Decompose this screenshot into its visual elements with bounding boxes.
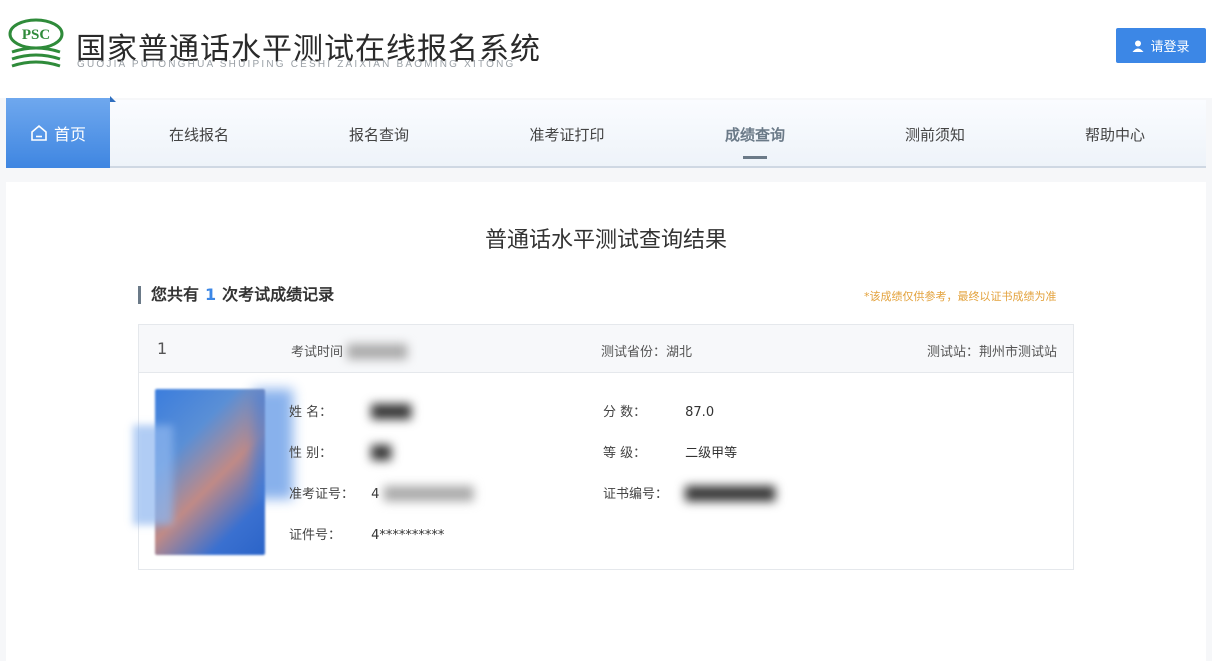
records-prefix: 您共有 [151, 285, 200, 304]
svg-text:PSC: PSC [22, 27, 50, 43]
exam-time: 考试时间 ██████ [291, 341, 407, 360]
field-admission-number: 准考证号： 4 █████████ [289, 483, 474, 502]
field-gender: 性 别： ██ [289, 442, 391, 461]
disclaimer-note: *该成绩仅供参考，最终以证书成绩为准 [864, 290, 1057, 303]
active-tab-indicator [743, 156, 767, 159]
field-name-redacted: ████ [371, 405, 412, 420]
nav-item-score-query-label: 成绩查询 [724, 125, 785, 144]
nav-item-score-query[interactable]: 成绩查询 [682, 100, 828, 168]
site-header: PSC 国家普通话水平测试在线报名系统 GUOJIA PUTONGHUA SHU… [0, 0, 1212, 98]
field-name-label: 姓 名： [289, 405, 333, 420]
test-station-value: 荆州市测试站 [978, 345, 1057, 360]
test-province-label: 测试省份： [601, 345, 667, 360]
test-station-label: 测试站： [926, 345, 979, 360]
field-grade-value: 二级甲等 [685, 446, 738, 461]
field-id-number-value: 4********** [371, 528, 445, 543]
field-grade: 等 级： 二级甲等 [603, 442, 737, 461]
nav-item-online-registration[interactable]: 在线报名 [126, 100, 272, 168]
field-id-number: 证件号： 4********** [289, 524, 444, 543]
field-id-number-label: 证件号： [289, 528, 342, 543]
field-score-value: 87.0 [685, 405, 715, 420]
score-record-card: 1 考试时间 ██████ 测试省份：湖北 测试站：荆州市测试站 姓 名： ██… [138, 324, 1074, 570]
main-content: 普通话水平测试查询结果 您共有 1 次考试成绩记录 *该成绩仅供参考，最终以证书成绩… [6, 182, 1206, 661]
candidate-photo-redacted [155, 389, 265, 555]
test-province: 测试省份：湖北 [601, 341, 692, 360]
field-certificate-number-redacted: █████████ [685, 487, 776, 502]
test-province-value: 湖北 [666, 345, 693, 360]
field-score-label: 分 数： [603, 405, 647, 420]
exam-time-label: 考试时间 [291, 345, 344, 360]
field-admission-number-redacted: █████████ [383, 487, 474, 502]
exam-time-redacted: ██████ [347, 345, 408, 360]
login-button[interactable]: 请登录 [1116, 28, 1206, 63]
field-grade-label: 等 级： [603, 446, 647, 461]
field-name: 姓 名： ████ [289, 401, 411, 420]
records-count: 1 [205, 285, 217, 304]
nav-item-registration-query[interactable]: 报名查询 [306, 100, 452, 168]
nav-item-pretest-notice[interactable]: 测前须知 [862, 100, 1008, 168]
record-index: 1 [157, 339, 168, 358]
records-suffix: 次考试成绩记录 [222, 285, 335, 304]
home-icon [31, 124, 47, 141]
site-subtitle: GUOJIA PUTONGHUA SHUIPING CESHI ZAIXIAN … [77, 59, 516, 70]
login-label: 请登录 [1150, 40, 1190, 55]
psc-logo: PSC [8, 18, 64, 74]
page-title: 普通话水平测试查询结果 [484, 228, 727, 253]
field-gender-redacted: ██ [371, 446, 392, 461]
nav-home[interactable]: 首页 [6, 96, 116, 168]
test-station: 测试站：荆州市测试站 [927, 341, 1057, 360]
nav-item-admission-print[interactable]: 准考证打印 [494, 100, 640, 168]
field-score: 分 数： 87.0 [603, 401, 714, 420]
record-header: 1 考试时间 ██████ 测试省份：湖北 测试站：荆州市测试站 [139, 325, 1073, 373]
records-summary: 您共有 1 次考试成绩记录 [138, 286, 334, 304]
field-gender-label: 性 别： [289, 446, 333, 461]
field-admission-number-value: 4 [371, 487, 380, 502]
nav-item-help-center[interactable]: 帮助中心 [1042, 100, 1188, 168]
main-nav: 首页 在线报名 报名查询 准考证打印 成绩查询 测前须知 帮助中心 [6, 96, 1206, 168]
field-admission-number-label: 准考证号： [289, 487, 355, 502]
field-certificate-number-label: 证书编号： [603, 487, 669, 502]
user-icon [1132, 40, 1144, 52]
field-certificate-number: 证书编号： █████████ [603, 483, 775, 502]
nav-home-label: 首页 [53, 125, 86, 144]
